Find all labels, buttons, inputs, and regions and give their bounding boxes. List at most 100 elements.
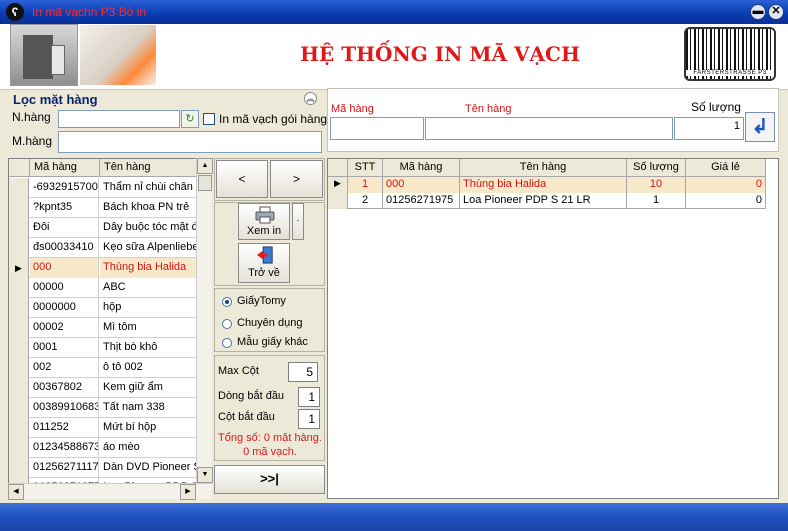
- row-indicator[interactable]: [9, 278, 29, 298]
- scroll-down-icon[interactable]: ▼: [197, 467, 213, 483]
- cell-tenhang[interactable]: áo mèo: [100, 438, 205, 458]
- cell-tenhang[interactable]: ô tô 002: [100, 358, 205, 378]
- close-icon[interactable]: ✕: [768, 4, 784, 20]
- cell-mahang[interactable]: ?kpnt35: [30, 198, 99, 218]
- scroll-right-icon[interactable]: ▶: [180, 484, 196, 500]
- row-indicator[interactable]: [9, 198, 29, 218]
- cell-tenhang[interactable]: Dàn DVD Pioneer S: [100, 458, 205, 478]
- last-button[interactable]: >>|: [214, 465, 325, 494]
- cell-tenhang[interactable]: Bách khoa PN trẻ: [100, 198, 205, 218]
- cell-price[interactable]: 0: [686, 193, 766, 209]
- table-row[interactable]: -6932915700 Thẩm nỉ chùi chân đôi: [9, 178, 205, 198]
- table-row[interactable]: 2 01256271975 Loa Pioneer PDP S 21 LR 1 0: [328, 193, 766, 209]
- cell-mahang[interactable]: 00000: [30, 278, 99, 298]
- scroll-thumb[interactable]: [198, 175, 212, 191]
- row-indicator[interactable]: [9, 178, 29, 198]
- mhang-input[interactable]: [58, 131, 322, 153]
- cell-mahang[interactable]: 01256271117: [30, 458, 99, 478]
- cell-tenhang[interactable]: Kẹo sữa Alpenliebe: [100, 238, 205, 258]
- soluong-field[interactable]: 1: [674, 117, 744, 140]
- cell-tenhang[interactable]: Dây buộc tóc mặt đá: [100, 218, 205, 238]
- table-row[interactable]: 00367802 Kem giữ ẩm: [9, 378, 205, 398]
- collapse-icon[interactable]: ︽: [304, 92, 317, 105]
- cell-tenhang[interactable]: Thịt bò khô: [100, 338, 205, 358]
- cell-mahang[interactable]: 00367802: [30, 378, 99, 398]
- row-indicator[interactable]: [9, 318, 29, 338]
- cell-tenhang[interactable]: ABC: [100, 278, 205, 298]
- cell-tenhang[interactable]: Thùng bia Halida: [100, 258, 205, 278]
- cell-tenhang[interactable]: Mì tôm: [100, 318, 205, 338]
- cell-mahang[interactable]: 000: [30, 258, 99, 278]
- cell-mahang[interactable]: 002: [30, 358, 99, 378]
- cell-price[interactable]: 0: [686, 177, 766, 193]
- radio-mau-giay-khac[interactable]: [222, 338, 232, 348]
- next-button[interactable]: >: [270, 160, 323, 198]
- minimize-icon[interactable]: ▬: [750, 4, 766, 20]
- add-item-arrow-icon[interactable]: ↲: [745, 112, 775, 142]
- row-indicator[interactable]: ▶: [328, 177, 348, 193]
- row-indicator[interactable]: [9, 458, 29, 478]
- cell-mahang[interactable]: -6932915700: [30, 178, 99, 198]
- table-row[interactable]: ▶ 000 Thùng bia Halida: [9, 258, 205, 278]
- scroll-up-icon[interactable]: ▲: [197, 158, 213, 174]
- col-header-mahang[interactable]: Mã hàng: [30, 159, 100, 177]
- row-indicator[interactable]: [9, 418, 29, 438]
- cot-bat-dau-input[interactable]: 1: [298, 409, 320, 429]
- dong-bat-dau-input[interactable]: 1: [298, 387, 320, 407]
- cell-tenhang[interactable]: Thẩm nỉ chùi chân đôi: [100, 178, 205, 198]
- refresh-icon[interactable]: ↻: [181, 110, 199, 128]
- table-row[interactable]: 00389910683 Tất nam 338: [9, 398, 205, 418]
- scroll-left-icon[interactable]: ◀: [8, 484, 24, 500]
- col-header-tenhang[interactable]: Tên hàng: [460, 159, 627, 177]
- cell-code[interactable]: 000: [383, 177, 460, 193]
- row-indicator[interactable]: [9, 238, 29, 258]
- back-button[interactable]: Trở về: [238, 243, 290, 283]
- cell-mahang[interactable]: 01234588673: [30, 438, 99, 458]
- table-row[interactable]: 00000 ABC: [9, 278, 205, 298]
- item-list-hscrollbar[interactable]: ◀ ▶: [8, 483, 212, 500]
- col-header-stt[interactable]: STT: [348, 159, 383, 177]
- cell-mahang[interactable]: 0000000: [30, 298, 99, 318]
- cell-mahang[interactable]: 0001: [30, 338, 99, 358]
- table-row[interactable]: 01234588673 áo mèo: [9, 438, 205, 458]
- cell-stt[interactable]: 2: [348, 193, 383, 209]
- row-indicator[interactable]: [9, 378, 29, 398]
- item-list-vscrollbar[interactable]: ▲ ▼: [196, 158, 213, 499]
- tenhang-field[interactable]: [425, 117, 673, 140]
- prev-button[interactable]: <: [216, 160, 268, 198]
- radio-giay-tomy[interactable]: [222, 297, 232, 307]
- cell-mahang[interactable]: 011252: [30, 418, 99, 438]
- app-icon[interactable]: ʕ: [6, 3, 24, 21]
- mahang-field[interactable]: [330, 117, 424, 140]
- table-row[interactable]: đs00033410 Kẹo sữa Alpenliebe: [9, 238, 205, 258]
- cell-code[interactable]: 01256271975: [383, 193, 460, 209]
- row-indicator[interactable]: [9, 338, 29, 358]
- cell-mahang[interactable]: Đôi: [30, 218, 99, 238]
- more-button[interactable]: .: [292, 203, 304, 240]
- cell-name[interactable]: Loa Pioneer PDP S 21 LR: [460, 193, 627, 209]
- print-preview-button[interactable]: Xem in: [238, 203, 290, 240]
- cell-tenhang[interactable]: Kem giữ ẩm: [100, 378, 205, 398]
- row-indicator[interactable]: [9, 298, 29, 318]
- cell-tenhang[interactable]: Mứt bí hộp: [100, 418, 205, 438]
- barcode-package-checkbox[interactable]: [203, 113, 215, 125]
- radio-chuyen-dung[interactable]: [222, 319, 232, 329]
- cell-mahang[interactable]: 00389910683: [30, 398, 99, 418]
- row-indicator[interactable]: [328, 193, 348, 209]
- row-indicator[interactable]: [9, 358, 29, 378]
- col-header-soluong[interactable]: Số lượng: [627, 159, 686, 177]
- cell-tenhang[interactable]: hộp: [100, 298, 205, 318]
- item-list-grid[interactable]: Mã hàng Tên hàng -6932915700 Thẩm nỉ chùi…: [8, 158, 212, 499]
- print-list-grid[interactable]: STT Mã hàng Tên hàng Số lượng Giá lẻ ▶ 1 0…: [327, 158, 779, 499]
- title-bar[interactable]: ʕ In mã vạchn P3 Bồ in ▬ ✕: [0, 0, 788, 24]
- table-row[interactable]: ?kpnt35 Bách khoa PN trẻ: [9, 198, 205, 218]
- nhang-input[interactable]: [58, 110, 180, 128]
- cell-qty[interactable]: 1: [627, 193, 686, 209]
- col-header-giale[interactable]: Giá lẻ: [686, 159, 766, 177]
- row-indicator[interactable]: [9, 398, 29, 418]
- cell-stt[interactable]: 1: [348, 177, 383, 193]
- cell-qty[interactable]: 10: [627, 177, 686, 193]
- row-indicator[interactable]: ▶: [9, 258, 29, 278]
- table-row[interactable]: 011252 Mứt bí hộp: [9, 418, 205, 438]
- table-row[interactable]: 002 ô tô 002: [9, 358, 205, 378]
